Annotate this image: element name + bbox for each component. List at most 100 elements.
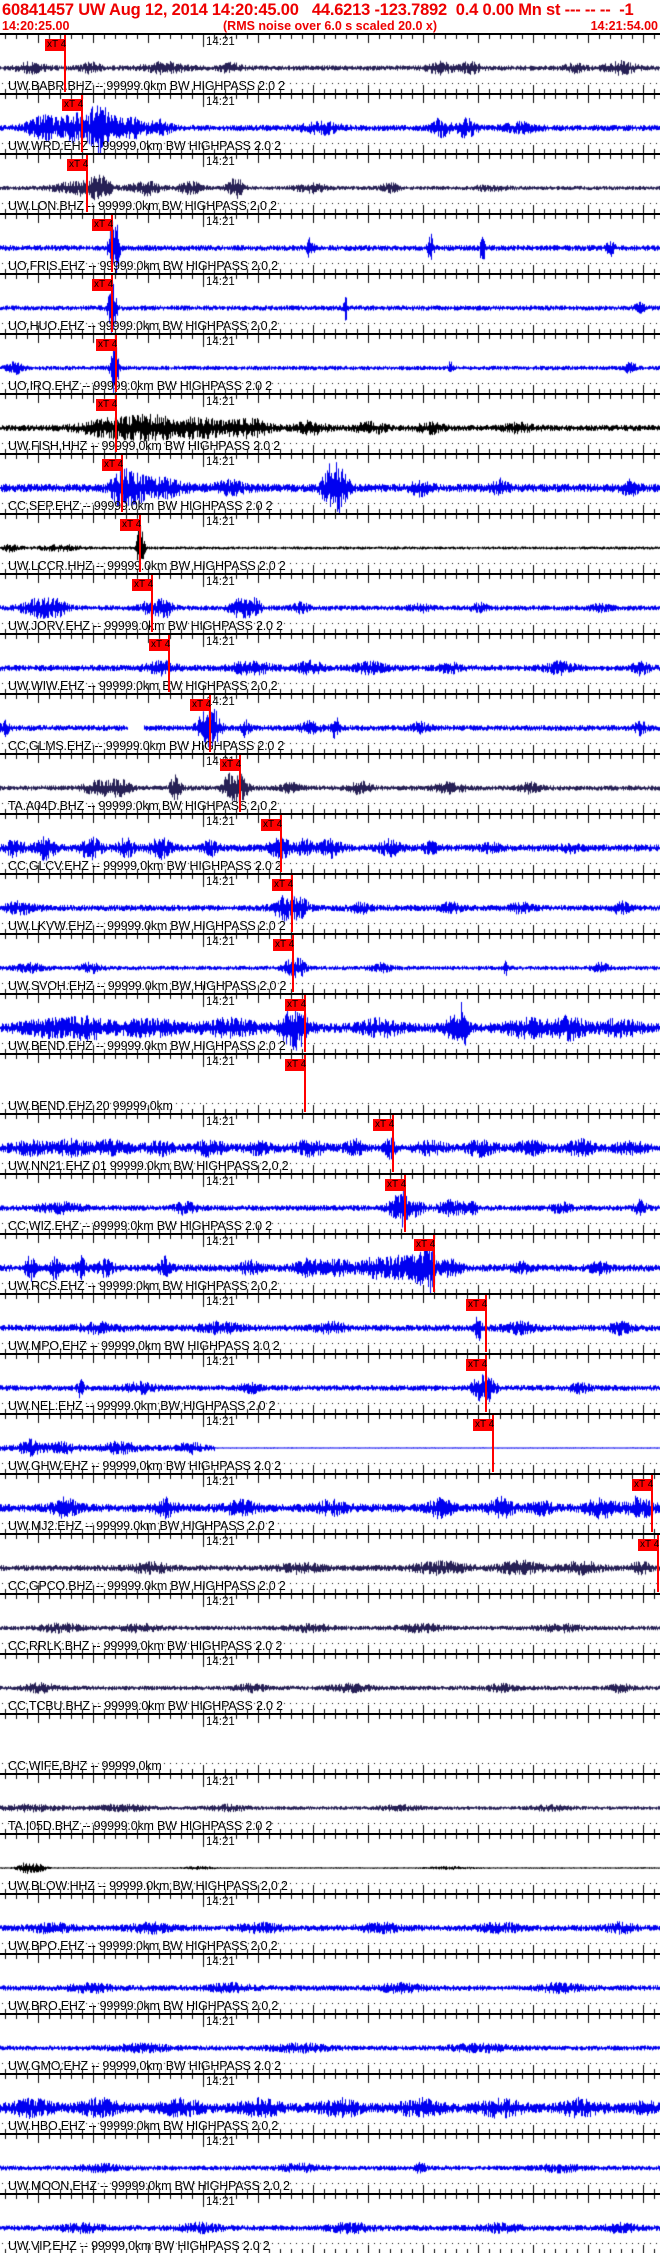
minute-time-label: 14:21 [206,1536,235,1548]
station-channel-label: CC.GPCO.BHZ -- 99999.0km BW HIGHPASS 2.0… [8,1579,286,1593]
trace-panel[interactable]: 14:21 UW.BLOW.HHZ -- 99999.0km BW HIGHPAS… [0,1833,660,1893]
pick-flag[interactable]: xT 4 [92,279,113,291]
station-channel-label: UW.MJ2.EHZ -- 99999.0km BW HIGHPASS 2.0 … [8,1519,275,1533]
pick-flag[interactable]: xT 4 [285,1059,306,1071]
pick-flag[interactable]: xT 4 [466,1359,487,1371]
pick-flag[interactable]: xT 4 [132,579,153,591]
trace-panel[interactable]: 14:21 xT 4 UW.FISH.HHZ -- 99999.0km BW HIG… [0,393,660,453]
minute-time-label: 14:21 [206,1296,235,1308]
trace-panel[interactable]: 14:21 CC.TCBU.BHZ -- 99999.0km BW HIGHPAS… [0,1653,660,1713]
trace-panel[interactable]: 14:21 xT 4 UO.FRIS.EHZ -- 99999.0km BW HIG… [0,213,660,273]
minute-time-label: 14:21 [206,1716,235,1728]
minute-time-label: 14:21 [206,1116,235,1128]
trace-panel[interactable]: 14:21 xT 4 UW.JORV.EHZ -- 99999.0km BW HIG… [0,573,660,633]
trace-panel[interactable]: 14:21 xT 4 UW.WRD.EHZ -- 99999.0km BW HIGH… [0,93,660,153]
pick-flag[interactable]: xT 4 [62,99,83,111]
minute-time-label: 14:21 [206,456,235,468]
station-channel-label: CC.WIZ.EHZ -- 99999.0km BW HIGHPASS 2.0 … [8,1219,272,1233]
pick-flag[interactable]: xT 4 [273,939,294,951]
trace-panel[interactable]: 14:21 UW.MOON.EHZ -- 99999.0km BW HIGHPAS… [0,2133,660,2193]
pick-flag[interactable]: xT 4 [149,639,170,651]
pick-flag[interactable]: xT 4 [96,399,117,411]
trace-panel[interactable]: 14:21 xT 4 UW.BABR.BHZ -- 99999.0km BW HIG… [0,33,660,93]
station-channel-label: UW.NN21.EHZ 01 99999.0km BW HIGHPASS 2.0… [8,1159,289,1173]
station-channel-label: CC.WIFE.BHZ -- 99999.0km [8,1759,162,1773]
rms-scale-note: (RMS noise over 6.0 s scaled 20.0 x) [223,19,437,33]
trace-panel[interactable]: 14:21 xT 4 CC.GLCV.EHZ -- 99999.0km BW HIG… [0,813,660,873]
trace-panel[interactable]: 14:21 xT 4 CC.WIZ.EHZ -- 99999.0km BW HIGH… [0,1173,660,1233]
station-channel-label: TA.A04D.BHZ -- 99999.0km BW HIGHPASS 2.0… [8,799,278,813]
pick-flag[interactable]: xT 4 [473,1419,494,1431]
trace-panel[interactable]: 14:21 TA.I05D.BHZ -- 99999.0km BW HIGHPAS… [0,1773,660,1833]
trace-panel[interactable]: 14:21 xT 4 CC.SEP.EHZ -- 99999.0km BW HIGH… [0,453,660,513]
pick-flag[interactable]: xT 4 [466,1299,487,1311]
station-channel-label: CC.TCBU.BHZ -- 99999.0km BW HIGHPASS 2.0… [8,1699,283,1713]
station-channel-label: UW.BABR.BHZ -- 99999.0km BW HIGHPASS 2.0… [8,79,285,93]
station-channel-label: UO.IRO.EHZ -- 99999.0km BW HIGHPASS 2.0 … [8,379,272,393]
pick-flag[interactable]: xT 4 [638,1539,659,1551]
trace-panel[interactable]: 14:21 UW.BPO.EHZ -- 99999.0km BW HIGHPASS… [0,1893,660,1953]
trace-panel[interactable]: 14:21 xT 4 UO.HUO.EHZ -- 99999.0km BW HIGH… [0,273,660,333]
pick-flag[interactable]: xT 4 [414,1239,435,1251]
station-channel-label: CC.GLMS.EHZ -- 99999.0km BW HIGHPASS 2.0… [8,739,285,753]
pick-flag[interactable]: xT 4 [67,159,88,171]
pick-flag[interactable]: xT 4 [45,39,66,51]
trace-panel[interactable]: 14:21 xT 4 UW.GHW.EHZ -- 99999.0km BW HIGH… [0,1413,660,1473]
trace-panel[interactable]: 14:21 xT 4 UW.SVOH.EHZ -- 99999.0km BW HIG… [0,933,660,993]
trace-panel[interactable]: 14:21 UW.VIP.EHZ -- 99999.0km BW HIGHPASS… [0,2193,660,2253]
minute-time-label: 14:21 [206,2136,235,2148]
station-channel-label: UW.WRD.EHZ -- 99999.0km BW HIGHPASS 2.0 … [8,139,281,153]
pick-flag[interactable]: xT 4 [632,1479,653,1491]
station-channel-label: UW.BEND.EHZ -- 99999.0km BW HIGHPASS 2.0… [8,1039,286,1053]
trace-panel[interactable]: 14:21 xT 4 UW.MPO.EHZ -- 99999.0km BW HIGH… [0,1293,660,1353]
pick-flag[interactable]: xT 4 [220,759,241,771]
time-window-bar: 14:20:25.00 (RMS noise over 6.0 s scaled… [0,20,660,33]
minute-time-label: 14:21 [206,216,235,228]
trace-panel[interactable]: 14:21 xT 4 UW.LKVW.EHZ -- 99999.0km BW HIG… [0,873,660,933]
trace-panel[interactable]: 14:21 xT 4 UW.NEL.EHZ -- 99999.0km BW HIGH… [0,1353,660,1413]
pick-flag[interactable]: xT 4 [120,519,141,531]
minute-time-label: 14:21 [206,1176,235,1188]
trace-panel[interactable]: 14:21 xT 4 UW.LON.BHZ -- 99999.0km BW HIGH… [0,153,660,213]
minute-time-label: 14:21 [206,1236,235,1248]
minute-time-label: 14:21 [206,1356,235,1368]
station-channel-label: UW.FISH.HHZ -- 99999.0km BW HIGHPASS 2.0… [8,439,280,453]
trace-panel[interactable]: 14:21 UW.BRO.EHZ -- 99999.0km BW HIGHPASS… [0,1953,660,2013]
trace-panel[interactable]: 14:21 CC.RRLK.BHZ -- 99999.0km BW HIGHPAS… [0,1593,660,1653]
station-channel-label: UW.WIW.EHZ -- 99999.0km BW HIGHPASS 2.0 … [8,679,278,693]
pick-flag[interactable]: xT 4 [285,999,306,1011]
trace-panel[interactable]: 14:21 xT 4 UW.MJ2.EHZ -- 99999.0km BW HIGH… [0,1473,660,1533]
pick-flag[interactable]: xT 4 [385,1179,406,1191]
station-channel-label: CC.GLCV.EHZ -- 99999.0km BW HIGHPASS 2.0… [8,859,282,873]
minute-time-label: 14:21 [206,1896,235,1908]
station-channel-label: UW.MPO.EHZ -- 99999.0km BW HIGHPASS 2.0 … [8,1339,280,1353]
minute-time-label: 14:21 [206,2016,235,2028]
trace-panel[interactable]: 14:21xT 4TA.A04D.BHZ -- 99999.0km BW HIG… [0,753,660,813]
trace-panel[interactable]: 14:21 UW.GMO.EHZ -- 99999.0km BW HIGHPASS… [0,2013,660,2073]
trace-panel[interactable]: 14:21 xT 4 UW.NN21.EHZ 01 99999.0km BW HIG… [0,1113,660,1173]
minute-time-label: 14:21 [206,1056,235,1068]
trace-panel[interactable]: 14:21 xT 4 CC.GLMS.EHZ -- 99999.0km BW HIG… [0,693,660,753]
trace-panel[interactable]: 14:21 xT 4 UW.WIW.EHZ -- 99999.0km BW HIGH… [0,633,660,693]
trace-panel[interactable]: 14:21 xT 4 UW.BEND.EHZ 20 99999.0km [0,1053,660,1113]
pick-flag[interactable]: xT 4 [92,219,113,231]
trace-panel[interactable]: 14:21 xT 4 UW.RCS.EHZ -- 99999.0km BW HIGH… [0,1233,660,1293]
pick-flag[interactable]: xT 4 [102,459,123,471]
pick-flag[interactable]: xT 4 [96,339,117,351]
station-channel-label: UW.BRO.EHZ -- 99999.0km BW HIGHPASS 2.0 … [8,1999,279,2013]
trace-panel[interactable]: 14:21 xT 4 UW.BEND.EHZ -- 99999.0km BW HIG… [0,993,660,1053]
minute-time-label: 14:21 [206,1596,235,1608]
pick-flag[interactable]: xT 4 [261,819,282,831]
trace-panel[interactable]: 14:21 xT 4 UW.LCCR.HHZ -- 99999.0km BW HIG… [0,513,660,573]
station-channel-label: UO.HUO.EHZ -- 99999.0km BW HIGHPASS 2.0 … [8,319,278,333]
trace-panel[interactable]: 14:21 CC.WIFE.BHZ -- 99999.0km [0,1713,660,1773]
pick-flag[interactable]: xT 4 [373,1119,394,1131]
station-channel-label: UW.HBO.EHZ -- 99999.0km BW HIGHPASS 2.0 … [8,2119,279,2133]
pick-flag[interactable]: xT 4 [272,879,293,891]
pick-flag[interactable]: xT 4 [190,699,211,711]
trace-panel[interactable]: 14:21 xT 4 UO.IRO.EHZ -- 99999.0km BW HIGH… [0,333,660,393]
station-channel-label: UW.BEND.EHZ 20 99999.0km [8,1099,173,1113]
trace-panel[interactable]: 14:21 xT 4 CC.GPCO.BHZ -- 99999.0km BW HIG… [0,1533,660,1593]
station-channel-label: UW.JORV.EHZ -- 99999.0km BW HIGHPASS 2.0… [8,619,283,633]
trace-panel[interactable]: 14:21 UW.HBO.EHZ -- 99999.0km BW HIGHPASS… [0,2073,660,2133]
